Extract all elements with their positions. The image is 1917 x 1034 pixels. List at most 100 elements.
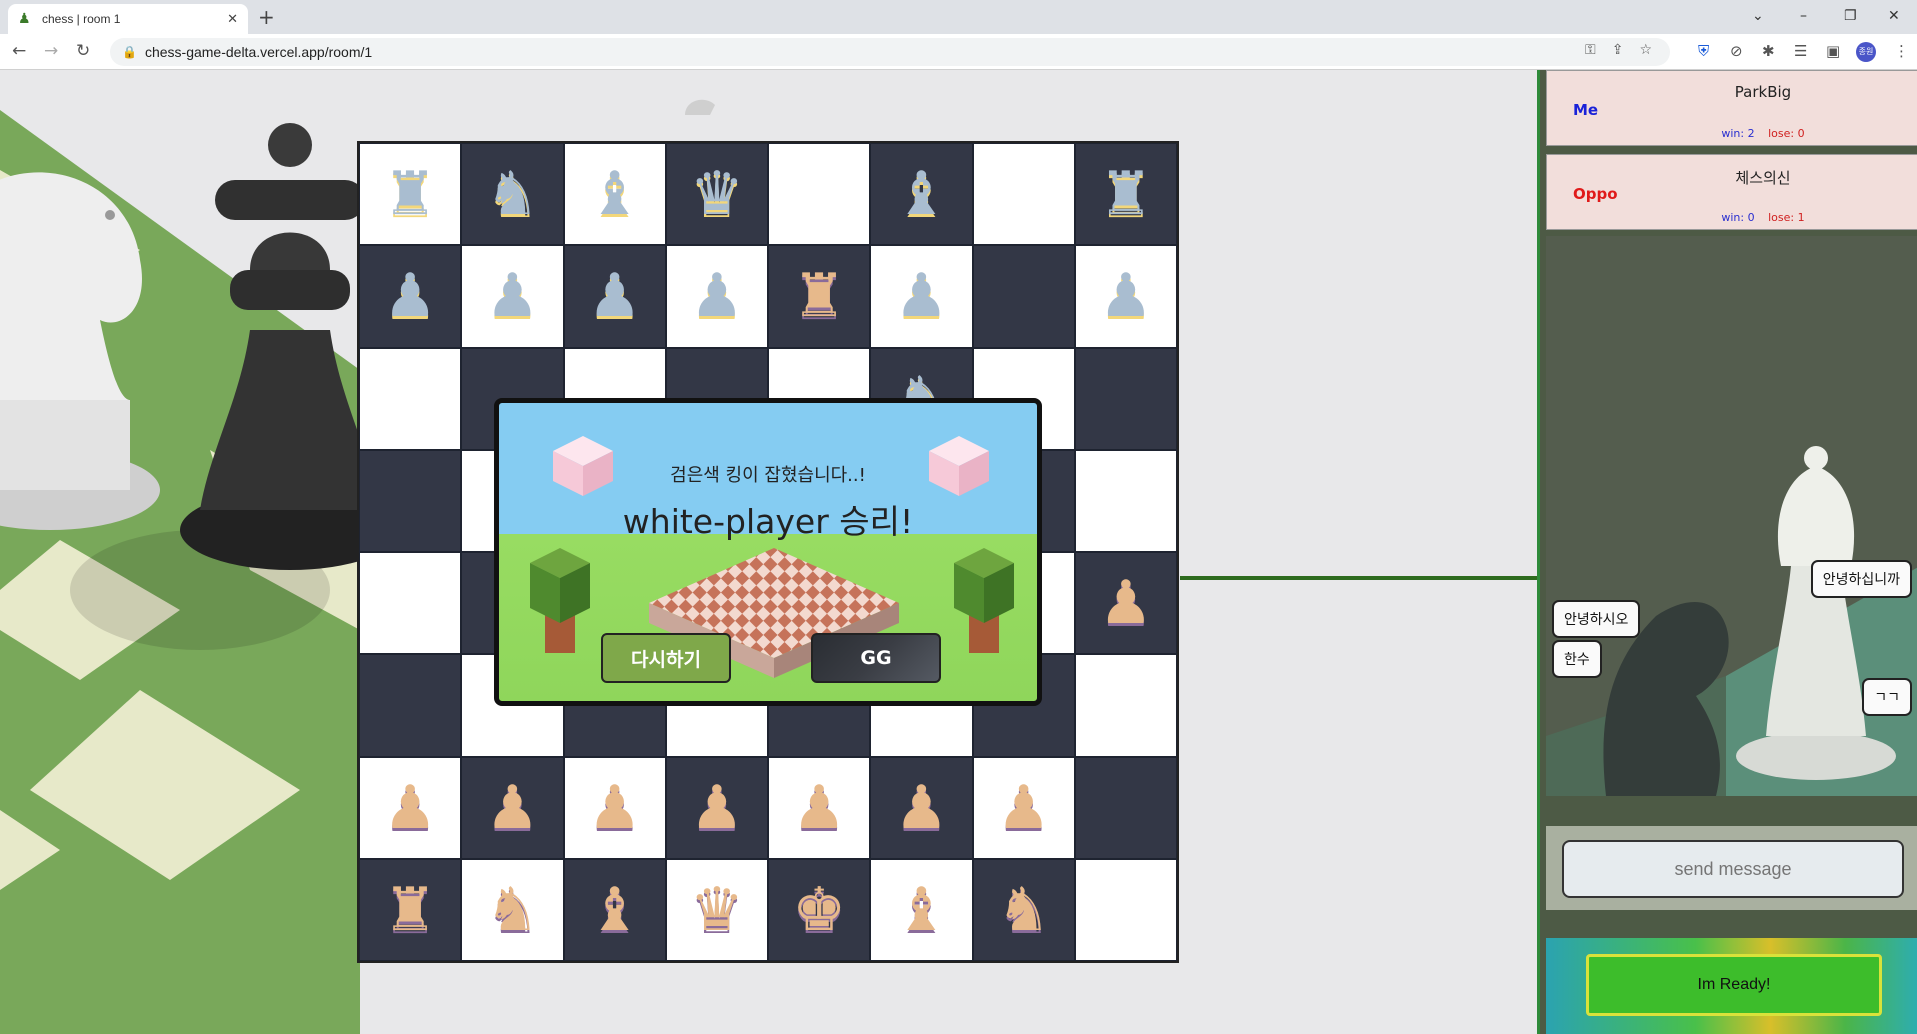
board-square[interactable]: ♟: [972, 756, 1075, 859]
reading-list-icon[interactable]: ☰: [1794, 41, 1807, 61]
gg-button[interactable]: GG: [811, 633, 941, 683]
black-piece-icon[interactable]: ♜: [1099, 164, 1153, 224]
puzzle-extensions-icon[interactable]: ✱: [1762, 41, 1775, 61]
black-piece-icon[interactable]: ♟: [690, 266, 744, 326]
board-square[interactable]: ♞: [972, 858, 1075, 961]
board-square[interactable]: ♜: [768, 245, 871, 348]
side-panel-icon[interactable]: ▣: [1826, 41, 1840, 61]
board-square[interactable]: ♝: [870, 858, 973, 961]
white-piece-icon[interactable]: ♟: [588, 778, 642, 838]
white-piece-icon[interactable]: ♛: [690, 880, 744, 940]
white-piece-icon[interactable]: ♟: [485, 778, 539, 838]
shield-extension-icon[interactable]: ⛨: [1698, 41, 1709, 61]
retry-button[interactable]: 다시하기: [601, 633, 731, 683]
white-piece-icon[interactable]: ♚: [792, 880, 846, 940]
white-piece-icon[interactable]: ♞: [997, 880, 1051, 940]
board-square[interactable]: [359, 347, 462, 450]
board-square[interactable]: [359, 654, 462, 757]
white-piece-icon[interactable]: ♟: [383, 778, 437, 838]
white-piece-icon[interactable]: ♝: [588, 880, 642, 940]
board-square[interactable]: ♟: [870, 245, 973, 348]
white-piece-icon[interactable]: ♟: [792, 778, 846, 838]
board-square[interactable]: ♚: [768, 858, 871, 961]
board-square[interactable]: ♟: [359, 756, 462, 859]
board-square[interactable]: [1074, 449, 1177, 552]
black-piece-icon[interactable]: ♟: [894, 266, 948, 326]
board-square[interactable]: ♜: [359, 858, 462, 961]
board-square[interactable]: [768, 143, 871, 246]
new-tab-icon[interactable]: +: [258, 4, 275, 30]
board-square[interactable]: ♟: [768, 756, 871, 859]
board-square[interactable]: ♟: [563, 245, 666, 348]
send-message-input[interactable]: [1562, 840, 1904, 898]
board-square[interactable]: ♛: [665, 143, 768, 246]
board-square[interactable]: ♟: [461, 245, 564, 348]
lock-icon[interactable]: 🔒: [122, 45, 137, 59]
white-piece-icon[interactable]: ♝: [894, 880, 948, 940]
board-square[interactable]: ♜: [1074, 143, 1177, 246]
black-piece-icon[interactable]: ♞: [485, 164, 539, 224]
reload-icon[interactable]: ↻: [76, 40, 90, 62]
black-piece-icon[interactable]: ♝: [588, 164, 642, 224]
ready-zone: Im Ready!: [1546, 938, 1917, 1034]
board-square[interactable]: [972, 245, 1075, 348]
board-square[interactable]: [1074, 654, 1177, 757]
board-square[interactable]: [359, 449, 462, 552]
board-square[interactable]: ♝: [563, 858, 666, 961]
board-square[interactable]: ♝: [563, 143, 666, 246]
white-piece-icon[interactable]: ♟: [997, 778, 1051, 838]
key-icon[interactable]: ⚿: [1585, 42, 1596, 58]
board-square[interactable]: ♝: [870, 143, 973, 246]
black-piece-icon[interactable]: ♝: [894, 164, 948, 224]
board-square[interactable]: ♛: [665, 858, 768, 961]
board-square[interactable]: ♟: [461, 756, 564, 859]
white-piece-icon[interactable]: ♜: [383, 880, 437, 940]
black-piece-icon[interactable]: ♜: [383, 164, 437, 224]
chat-background-scene: [1546, 446, 1917, 796]
back-icon[interactable]: ←: [12, 40, 26, 62]
menu-kebab-icon[interactable]: ⋮: [1894, 41, 1909, 61]
board-square[interactable]: ♟: [563, 756, 666, 859]
board-square[interactable]: [1074, 858, 1177, 961]
black-piece-icon[interactable]: ♟: [383, 266, 437, 326]
black-piece-icon[interactable]: ♟: [485, 266, 539, 326]
board-square[interactable]: ♟: [665, 756, 768, 859]
star-icon[interactable]: ☆: [1639, 42, 1652, 58]
tab-search-icon[interactable]: ⌄: [1752, 4, 1764, 28]
restore-icon[interactable]: ❐: [1844, 4, 1857, 28]
oppo-stats: win: 0 lose: 1: [1547, 211, 1917, 224]
voxel-tree-decoration: [530, 548, 590, 653]
background-3d-board: [0, 110, 360, 1034]
board-square[interactable]: [1074, 347, 1177, 450]
tab-close-icon[interactable]: ✕: [227, 12, 238, 27]
board-square[interactable]: ♟: [359, 245, 462, 348]
board-square[interactable]: ♟: [870, 756, 973, 859]
black-piece-icon[interactable]: ♛: [690, 164, 744, 224]
browser-tab[interactable]: ♟ chess | room 1 ✕: [8, 4, 248, 34]
board-square[interactable]: ♞: [461, 858, 564, 961]
share-icon[interactable]: ⇪: [1612, 42, 1624, 58]
black-piece-icon[interactable]: ♟: [588, 266, 642, 326]
white-piece-icon[interactable]: ♞: [485, 880, 539, 940]
board-square[interactable]: ♟: [1074, 552, 1177, 655]
board-square[interactable]: ♟: [665, 245, 768, 348]
board-square[interactable]: ♞: [461, 143, 564, 246]
profile-avatar[interactable]: 종원: [1856, 42, 1876, 62]
board-square[interactable]: [1074, 756, 1177, 859]
black-piece-icon[interactable]: ♟: [1099, 266, 1153, 326]
ready-button[interactable]: Im Ready!: [1586, 954, 1882, 1016]
white-piece-icon[interactable]: ♟: [1099, 573, 1153, 633]
board-square[interactable]: [359, 552, 462, 655]
close-window-icon[interactable]: ✕: [1888, 4, 1900, 28]
board-square[interactable]: [972, 143, 1075, 246]
board-square[interactable]: ♟: [1074, 245, 1177, 348]
omnibox[interactable]: 🔒 chess-game-delta.vercel.app/room/1 ⚿ ⇪…: [110, 38, 1670, 66]
white-piece-icon[interactable]: ♟: [894, 778, 948, 838]
compass-extension-icon[interactable]: ⊘: [1730, 41, 1743, 61]
white-piece-icon[interactable]: ♟: [690, 778, 744, 838]
white-piece-icon[interactable]: ♜: [792, 266, 846, 326]
forward-icon[interactable]: →: [44, 40, 58, 62]
chat-message-bubble: 안녕하십니까: [1810, 560, 1912, 598]
board-square[interactable]: ♜: [359, 143, 462, 246]
minimize-icon[interactable]: –: [1800, 4, 1807, 28]
